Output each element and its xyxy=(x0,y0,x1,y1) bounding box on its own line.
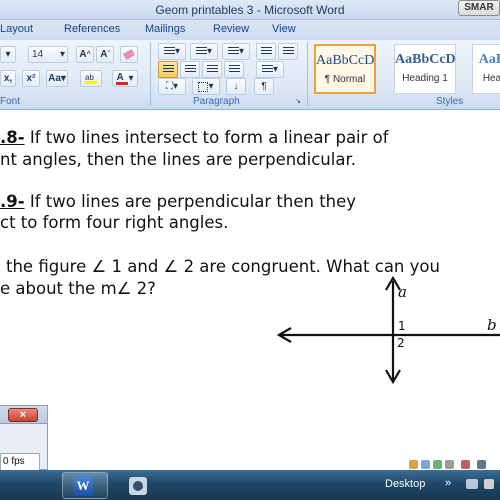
shrink-font-button[interactable]: Aˇ xyxy=(96,46,114,63)
justify-icon xyxy=(228,65,240,74)
decrease-indent-button[interactable] xyxy=(256,43,276,60)
align-left-icon xyxy=(162,65,174,74)
chevron-down-icon: ▾ xyxy=(59,49,65,60)
bullets-button[interactable]: ▾ xyxy=(158,43,186,60)
taskbar-recorder-button[interactable] xyxy=(118,472,164,499)
font-name-dropdown[interactable]: ▾ xyxy=(0,46,16,63)
align-right-button[interactable] xyxy=(202,61,222,78)
font-group-label: Font xyxy=(0,96,21,107)
line-spacing-button[interactable]: ▾ xyxy=(256,61,284,78)
sort-icon: ↓ xyxy=(233,81,239,92)
document-page[interactable]: .8- If two lines intersect to form a lin… xyxy=(0,111,500,456)
tab-page-layout[interactable]: Layout xyxy=(0,23,33,35)
label-b: b xyxy=(487,316,497,334)
label-a: a xyxy=(398,283,407,301)
tab-mailings[interactable]: Mailings xyxy=(145,23,185,35)
close-button[interactable]: × xyxy=(8,408,38,422)
numbering-icon xyxy=(195,47,207,56)
ribbon-tabs: Layout References Mailings Review View xyxy=(0,20,500,40)
font-color-button[interactable]: A ▾ xyxy=(112,70,138,87)
grow-font-button[interactable]: A ^ xyxy=(76,46,94,63)
numbering-button[interactable]: ▾ xyxy=(190,43,218,60)
window-title: Geom printables 3 - Microsoft Word xyxy=(155,3,345,17)
tray-network-icon[interactable] xyxy=(466,479,478,489)
smart-button[interactable]: SMAR xyxy=(458,0,500,16)
tab-references[interactable]: References xyxy=(64,23,120,35)
multilevel-list-icon xyxy=(227,47,239,56)
align-left-button[interactable] xyxy=(158,61,178,78)
speaker-icon[interactable] xyxy=(445,460,454,469)
styles-group-label: Styles xyxy=(436,96,464,107)
paint-bucket-icon: ⛶ xyxy=(165,81,173,92)
increase-indent-icon xyxy=(282,47,294,56)
align-center-icon xyxy=(184,65,196,74)
highlighter-icon: ab xyxy=(85,73,97,84)
style-sample: AaBbCcD xyxy=(316,53,374,68)
change-case-button[interactable]: Aa▾ xyxy=(46,70,68,87)
monitor-icon[interactable] xyxy=(477,460,486,469)
close-icon: × xyxy=(19,409,27,421)
camera-icon xyxy=(129,477,147,495)
style-heading-2[interactable]: AaB Hea xyxy=(472,44,500,94)
style-heading-1[interactable]: AaBbCcD Heading 1 xyxy=(394,44,456,94)
tab-view[interactable]: View xyxy=(272,23,296,35)
style-name: ¶ Normal xyxy=(324,74,366,85)
desktop-toolbar-label[interactable]: Desktop xyxy=(385,478,425,490)
paragraph-dialog-launcher[interactable]: ↘ xyxy=(294,97,302,105)
highlight-button[interactable]: ab xyxy=(80,70,102,87)
style-normal[interactable]: AaBbCcD ¶ Normal xyxy=(314,44,376,94)
label-angle-2: 2 xyxy=(397,336,405,350)
network-icon[interactable] xyxy=(433,460,442,469)
folder-icon[interactable] xyxy=(409,460,418,469)
align-center-button[interactable] xyxy=(180,61,200,78)
ribbon: ▾ 14 ▾ A ^ Aˇ x, x² Aa▾ ab A ▾ Font ▾ ▾ ▾ ▾… xyxy=(0,40,500,110)
window-icon[interactable] xyxy=(421,460,430,469)
chevron-icon[interactable]: » xyxy=(445,477,451,489)
shading-button[interactable]: ⛶ ▾ xyxy=(158,78,186,95)
strikethrough-button[interactable]: x, xyxy=(0,70,16,87)
paragraph-group-label: Paragraph xyxy=(193,96,240,107)
font-size-dropdown[interactable]: 14 ▾ xyxy=(28,46,68,63)
border-icon xyxy=(198,81,209,92)
tab-review[interactable]: Review xyxy=(213,23,249,35)
justify-button[interactable] xyxy=(224,61,244,78)
style-sample: AaBbCcD xyxy=(395,52,455,67)
record-icon[interactable] xyxy=(461,460,470,469)
taskbar-word-button[interactable]: W xyxy=(62,472,108,499)
group-separator xyxy=(150,42,151,106)
line-spacing-icon xyxy=(261,65,273,74)
superscript-button[interactable]: x² xyxy=(22,70,40,87)
align-right-icon xyxy=(206,65,218,74)
dialog-title-bar: × xyxy=(0,406,47,424)
pilcrow-icon: ¶ xyxy=(261,81,267,92)
taskbar: W Desktop » xyxy=(0,470,500,500)
fps-field[interactable]: 0 fps xyxy=(0,453,40,471)
recorder-dialog: × 0 fps xyxy=(0,405,48,471)
multilevel-list-button[interactable]: ▾ xyxy=(222,43,250,60)
borders-button[interactable]: ▾ xyxy=(192,78,220,95)
font-size-value: 14 xyxy=(32,49,44,60)
show-hide-button[interactable]: ¶ xyxy=(254,78,274,95)
tray-volume-icon[interactable] xyxy=(484,479,494,489)
title-bar: Geom printables 3 - Microsoft Word SMAR xyxy=(0,0,500,20)
decrease-indent-icon xyxy=(260,47,272,56)
bullets-icon xyxy=(163,47,175,56)
sort-button[interactable]: ↓ xyxy=(226,78,246,95)
word-icon: W xyxy=(73,476,93,496)
style-name: Heading 1 xyxy=(402,73,448,84)
group-separator xyxy=(307,42,308,106)
increase-indent-button[interactable] xyxy=(278,43,298,60)
clear-formatting-button[interactable] xyxy=(120,46,138,63)
style-name: Hea xyxy=(482,73,500,84)
perpendicular-lines-figure: a b 1 2 xyxy=(276,275,500,385)
label-angle-1: 1 xyxy=(398,319,406,333)
style-sample: AaB xyxy=(478,52,500,67)
eraser-icon xyxy=(122,48,136,61)
font-color-icon: A xyxy=(116,72,129,85)
tray-icons xyxy=(405,454,500,470)
